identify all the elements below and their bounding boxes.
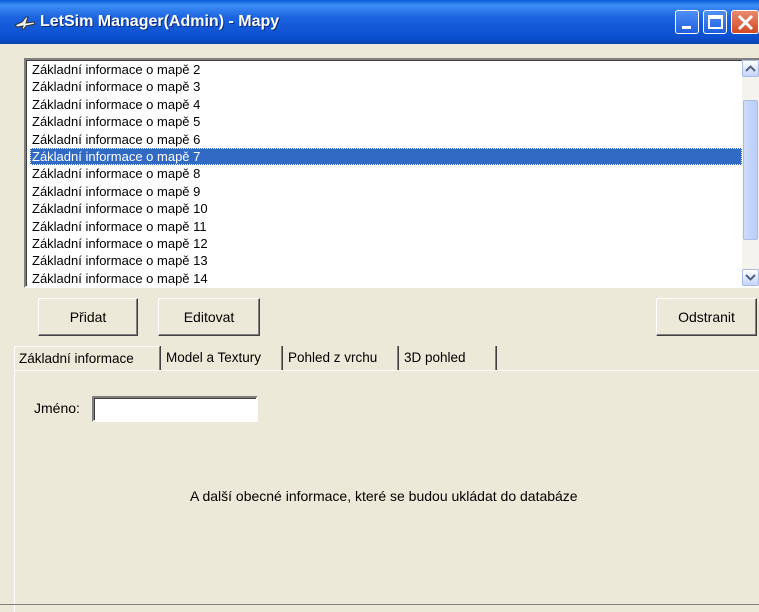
vertical-scrollbar[interactable]: [742, 60, 759, 286]
scroll-thumb[interactable]: [743, 100, 758, 240]
tab-label: Pohled z vrchu: [288, 350, 378, 365]
list-item[interactable]: Základní informace o mapě 9: [32, 183, 742, 200]
list-item[interactable]: Základní informace o mapě 10: [32, 200, 742, 217]
tab-label: 3D pohled: [404, 350, 466, 365]
maximize-button[interactable]: [703, 10, 727, 34]
list-item[interactable]: Základní informace o mapě 2: [32, 61, 742, 78]
tab-label: Základní informace: [19, 351, 134, 366]
info-text: A další obecné informace, které se budou…: [190, 488, 578, 504]
edit-button[interactable]: Editovat: [158, 298, 260, 336]
tab-model-textures[interactable]: Model a Textury: [166, 346, 282, 370]
remove-button[interactable]: Odstranit: [656, 298, 757, 336]
list-item[interactable]: Základní informace o mapě 11: [32, 218, 742, 235]
maximize-icon: [708, 15, 723, 29]
window-bottom-edge: [0, 604, 759, 612]
minimize-icon: [682, 26, 691, 29]
minimize-button[interactable]: [675, 10, 699, 34]
app-window: LetSim Manager(Admin) - Mapy Základní in…: [0, 0, 759, 612]
name-label: Jméno:: [34, 400, 80, 416]
maps-listbox[interactable]: Základní informace o mapě 2 Základní info…: [24, 58, 759, 288]
add-button[interactable]: Přidat: [38, 298, 138, 336]
scroll-up-button[interactable]: [742, 60, 759, 77]
title-bar[interactable]: LetSim Manager(Admin) - Mapy: [0, 0, 759, 44]
tab-top-view[interactable]: Pohled z vrchu: [288, 346, 398, 370]
tab-basic-info[interactable]: Základní informace: [14, 346, 160, 370]
list-item[interactable]: Základní informace o mapě 4: [32, 96, 742, 113]
tab-divider: [160, 370, 759, 371]
tab-label: Model a Textury: [166, 350, 262, 365]
window-title: LetSim Manager(Admin) - Mapy: [40, 13, 280, 30]
list-item[interactable]: Základní informace o mapě 7: [30, 147, 742, 166]
list-item[interactable]: Základní informace o mapě 3: [32, 78, 742, 95]
close-icon: [737, 14, 754, 31]
list-item[interactable]: Základní informace o mapě 13: [32, 252, 742, 269]
list-item[interactable]: Základní informace o mapě 14: [32, 270, 742, 286]
chevron-up-icon: [745, 65, 756, 72]
list-item[interactable]: Základní informace o mapě 12: [32, 235, 742, 252]
scroll-down-button[interactable]: [742, 269, 759, 286]
list-item[interactable]: Základní informace o mapě 5: [32, 113, 742, 130]
list-items: Základní informace o mapě 2 Základní info…: [30, 61, 742, 286]
close-button[interactable]: [731, 10, 759, 34]
name-input[interactable]: [92, 396, 258, 422]
tab-3d-view[interactable]: 3D pohled: [404, 346, 496, 370]
chevron-down-icon: [745, 274, 756, 281]
list-item[interactable]: Základní informace o mapě 6: [32, 131, 742, 148]
app-icon: [14, 16, 36, 30]
list-item[interactable]: Základní informace o mapě 8: [32, 165, 742, 182]
